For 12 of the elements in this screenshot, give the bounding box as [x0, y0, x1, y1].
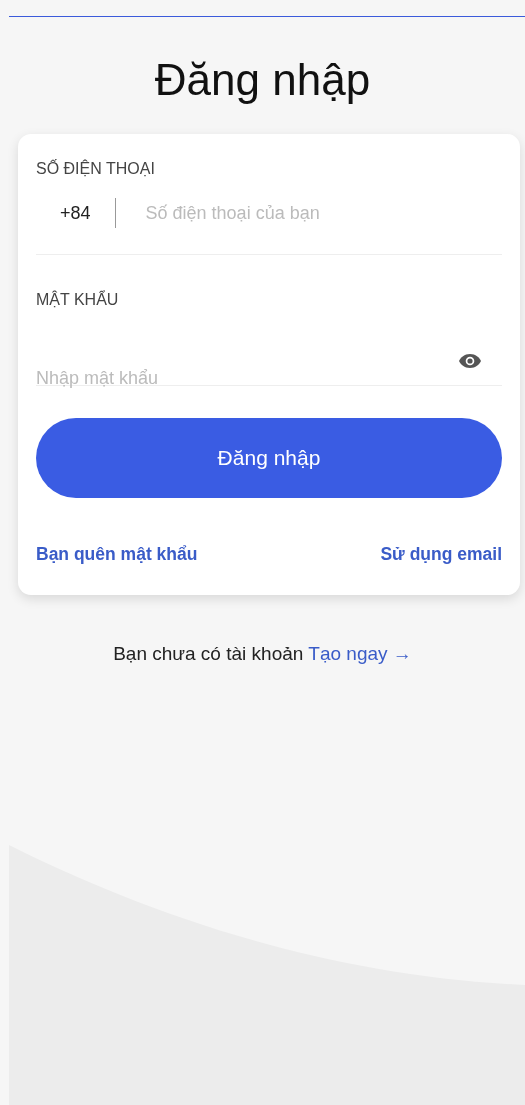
page-title: Đăng nhập	[153, 54, 372, 106]
field-label: SỐ ĐIỆN THOẠI	[36, 160, 156, 178]
phone-input[interactable]: Số điện thoại của bạn	[145, 202, 502, 224]
country-code[interactable]: +84	[60, 202, 91, 224]
login-button[interactable]: Đăng nhập	[36, 418, 502, 498]
signup-prompt: Bạn chưa có tài khoản	[113, 643, 304, 664]
password-input[interactable]: Nhập mật khẩu	[36, 348, 458, 408]
signup-link[interactable]: Tạo ngay →	[308, 643, 412, 664]
text-link[interactable]: Bạn quên mật khẩu	[36, 544, 198, 565]
field-label: MẬT KHẨU	[36, 291, 120, 309]
text-link[interactable]: Sử dụng email	[380, 544, 502, 565]
eye-icon[interactable]	[458, 353, 482, 369]
